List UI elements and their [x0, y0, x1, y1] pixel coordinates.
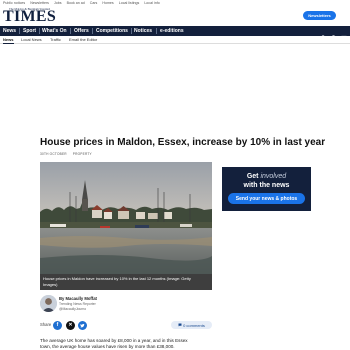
send-news-button[interactable]: Send your news & photos	[228, 193, 305, 204]
hero-image: House prices in Maldon have increased by…	[40, 162, 212, 290]
comments-count: 0 comments	[183, 322, 205, 328]
nav-item-offers[interactable]: Offers	[74, 26, 89, 36]
promo-heading-bold: Get	[246, 173, 259, 180]
get-involved-promo: Get involved with the news Send your new…	[222, 167, 311, 211]
utility-link-public-notices[interactable]: Public notices	[3, 1, 25, 5]
search-icon[interactable]	[331, 28, 337, 41]
article-body: The average UK home has soared by £8,000…	[40, 338, 212, 350]
nav-item-news[interactable]: News	[3, 26, 16, 36]
nav-item-sport[interactable]: Sport	[23, 26, 36, 36]
article-category[interactable]: PROPERTY	[73, 152, 92, 157]
nav-item-notices[interactable]: Notices	[134, 26, 152, 36]
sub-nav: News Local News Traffic Email the Editor	[0, 36, 350, 44]
newsletters-button[interactable]: Newsletters	[303, 11, 336, 20]
author-avatar[interactable]	[40, 295, 57, 312]
subnav-item-email-editor[interactable]: Email the Editor	[69, 36, 97, 44]
site-logo[interactable]: The Maldon & Burnham Standard TIMES	[3, 7, 57, 25]
hero-caption-line-1: House prices in Maldon have increased by…	[43, 276, 191, 281]
hero-caption-line-2: Images)	[43, 281, 58, 287]
main-nav: News Sport What's On Offers Competitions…	[0, 26, 350, 41]
article-headline: House prices in Maldon, Essex, increase …	[40, 137, 326, 148]
promo-heading-line-1: Get involved	[222, 173, 311, 180]
article-dateline: 30TH OCTOBER PROPERTY	[40, 152, 92, 157]
share-label: Share	[40, 322, 52, 327]
utility-link-cars[interactable]: Cars	[90, 1, 98, 5]
utility-link-jobs[interactable]: Jobs	[54, 1, 62, 5]
utility-link-local-info[interactable]: Local info	[144, 1, 159, 5]
utility-link-book-an-ad[interactable]: Book an ad	[67, 1, 85, 5]
nav-divider	[156, 28, 157, 34]
logo-wordmark: TIMES	[3, 8, 57, 25]
twitter-icon[interactable]	[78, 320, 87, 330]
masthead: The Maldon & Burnham Standard TIMES News…	[0, 6, 350, 26]
comments-button[interactable]: 0 comments	[171, 321, 212, 329]
user-icon[interactable]	[320, 28, 326, 41]
nav-divider	[39, 28, 40, 34]
nav-divider	[19, 28, 20, 34]
nav-divider	[92, 28, 93, 34]
facebook-icon[interactable]: f	[53, 320, 62, 330]
subnav-item-traffic[interactable]: Traffic	[50, 36, 61, 44]
promo-heading-line-2: with the news	[243, 182, 290, 189]
author-role: Trending News Reporter	[59, 302, 96, 306]
comment-bubble-icon	[178, 323, 182, 327]
share-row: Share f ✕ 0 comments	[40, 320, 212, 330]
author-name[interactable]: By Macaully Moffat	[59, 296, 139, 301]
subnav-item-local-news[interactable]: Local News	[21, 36, 42, 44]
nav-divider	[70, 28, 71, 34]
utility-link-homes[interactable]: Homes	[102, 1, 113, 5]
hero-photo-maldon-waterfront	[40, 162, 212, 274]
utility-link-newsletters[interactable]: Newsletters	[30, 1, 49, 5]
nav-item-competitions[interactable]: Competitions	[96, 26, 128, 36]
body-line-2: town, the average house values have rise…	[40, 344, 175, 349]
menu-icon[interactable]	[341, 28, 347, 41]
nav-item-whats-on[interactable]: What's On	[42, 26, 67, 36]
subnav-active-indicator	[3, 43, 14, 44]
author-details: By Macaully Moffat Trending News Reporte…	[59, 296, 139, 311]
article-date: 30TH OCTOBER	[40, 152, 67, 156]
nav-divider	[131, 28, 132, 34]
x-icon[interactable]: ✕	[66, 320, 75, 330]
promo-heading-light: involved	[260, 173, 287, 180]
author-handle[interactable]: @MacaullyJourno	[59, 307, 139, 311]
utility-link-local-listings[interactable]: Local listings	[119, 1, 140, 5]
hero-caption: House prices in Maldon have increased by…	[40, 274, 212, 290]
nav-item-e-editions[interactable]: e-editions	[160, 26, 184, 36]
